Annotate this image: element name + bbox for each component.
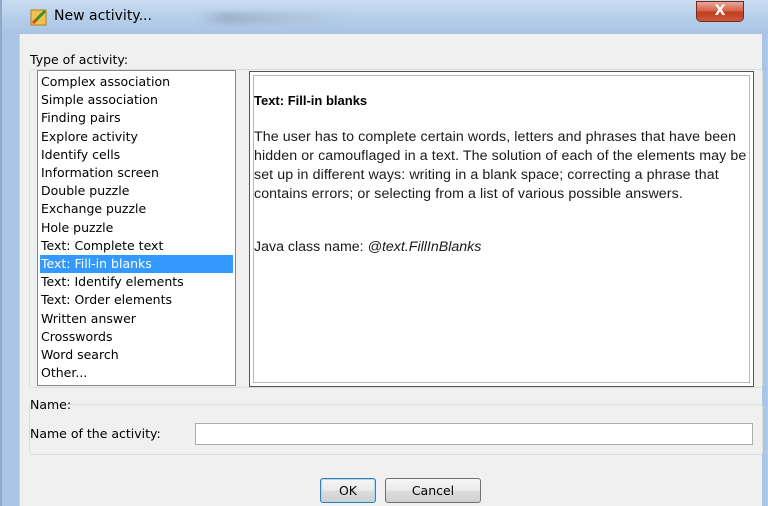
- list-item[interactable]: Other...: [40, 364, 233, 382]
- description-title: Text: Fill-in blanks: [254, 93, 368, 108]
- activity-name-label: Name of the activity:: [30, 426, 161, 441]
- close-icon: X: [714, 3, 726, 19]
- window-title: New activity...: [54, 8, 152, 24]
- activity-name-input[interactable]: [195, 423, 753, 445]
- ok-button[interactable]: OK: [320, 478, 376, 503]
- list-item[interactable]: Exchange puzzle: [40, 200, 233, 218]
- cancel-button[interactable]: Cancel: [385, 478, 481, 503]
- activity-description-panel: Text: Fill-in blanks The user has to com…: [249, 71, 754, 387]
- java-class-label: Java class name:: [254, 239, 368, 255]
- list-item-selected[interactable]: Text: Fill-in blanks: [40, 255, 233, 274]
- list-item[interactable]: Text: Identify elements: [40, 273, 233, 291]
- list-item[interactable]: Hole puzzle: [40, 219, 233, 237]
- list-item[interactable]: Identify cells: [40, 146, 233, 164]
- app-icon: [30, 9, 47, 26]
- title-bar[interactable]: New activity... X: [2, 0, 768, 34]
- list-item[interactable]: Finding pairs: [40, 109, 233, 127]
- list-item[interactable]: Complex association: [40, 73, 233, 91]
- description-inner-border: [253, 75, 750, 383]
- name-section-label: Name:: [30, 397, 72, 412]
- list-item[interactable]: Word search: [40, 346, 233, 364]
- list-item[interactable]: Simple association: [40, 91, 233, 109]
- close-button[interactable]: X: [696, 1, 744, 22]
- list-item[interactable]: Text: Complete text: [40, 237, 233, 255]
- list-item[interactable]: Information screen: [40, 164, 233, 182]
- description-text: The user has to complete certain words, …: [254, 129, 747, 202]
- list-item[interactable]: Text: Order elements: [40, 291, 233, 309]
- java-class-name: @text.FillInBlanks: [367, 239, 482, 255]
- type-of-activity-label: Type of activity:: [30, 52, 129, 67]
- title-blur: [197, 12, 347, 24]
- java-class-line: Java class name: @text.FillInBlanks: [254, 239, 481, 255]
- dialog-body: Type of activity: Complex association Si…: [19, 34, 763, 506]
- list-item[interactable]: Written answer: [40, 310, 233, 328]
- list-item[interactable]: Double puzzle: [40, 182, 233, 200]
- activity-type-list[interactable]: Complex association Simple association F…: [37, 70, 236, 386]
- new-activity-dialog: New activity... X Type of activity: Comp…: [0, 0, 768, 506]
- list-item[interactable]: Explore activity: [40, 128, 233, 146]
- list-item[interactable]: Crosswords: [40, 328, 233, 346]
